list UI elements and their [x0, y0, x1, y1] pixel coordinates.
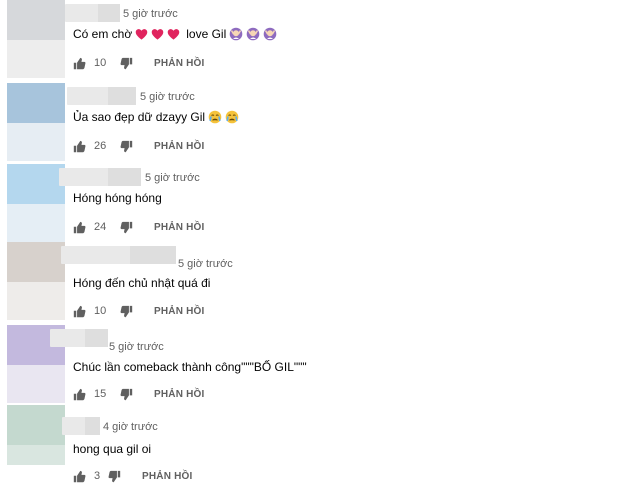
like-count: 15 — [94, 388, 107, 400]
woman-gesturing-emoji-icon — [229, 27, 243, 41]
thumbs-up-icon[interactable] — [73, 388, 86, 401]
avatar-image-bottom — [7, 365, 65, 403]
woman-gesturing-emoji-icon — [246, 27, 260, 41]
reply-button[interactable]: PHẢN HỒI — [154, 58, 205, 69]
comment-text: Ủa sao đẹp dữ dzayy Gil — [73, 110, 239, 124]
comment-timestamp[interactable]: 5 giờ trước — [140, 91, 195, 103]
comment-text: Có em chờ love Gil — [73, 27, 277, 41]
avatar[interactable] — [7, 164, 65, 242]
author-name-blurred[interactable] — [50, 329, 108, 347]
comment-actions: 3 PHẢN HỒI — [73, 468, 193, 484]
comment-text: Chúc lần comeback thành công"""BỐ GIL""" — [73, 360, 307, 374]
thumbs-up-icon[interactable] — [73, 470, 86, 483]
thumbs-up-icon[interactable] — [73, 221, 86, 234]
like-count: 10 — [94, 305, 107, 317]
avatar-image-bottom — [7, 40, 65, 78]
reply-button[interactable]: PHẢN HỒI — [142, 471, 193, 482]
heart-emoji-icon — [151, 28, 164, 40]
author-name-blurred[interactable] — [65, 4, 120, 22]
avatar-image-top — [7, 405, 65, 445]
comment-timestamp[interactable]: 5 giờ trước — [109, 341, 164, 353]
author-name-blurred[interactable] — [62, 417, 100, 435]
avatar-image-top — [7, 0, 65, 40]
author-name-blurred[interactable] — [59, 168, 141, 186]
avatar-image-bottom — [7, 204, 65, 242]
comment-text: Hóng đến chủ nhật quá đi — [73, 276, 210, 290]
comment-text-body: Hóng đến chủ nhật quá đi — [73, 276, 211, 290]
thumbs-up-icon[interactable] — [73, 140, 86, 153]
comment-actions: 10 PHẢN HỒI — [73, 55, 205, 71]
reply-button[interactable]: PHẢN HỒI — [154, 141, 205, 152]
avatar[interactable] — [7, 0, 65, 78]
avatar[interactable] — [7, 405, 65, 465]
thumbs-up-icon[interactable] — [73, 57, 86, 70]
thumbs-down-icon[interactable] — [120, 388, 133, 401]
comment-actions: 24 PHẢN HỒI — [73, 219, 205, 235]
thumbs-down-icon[interactable] — [120, 140, 133, 153]
avatar[interactable] — [7, 83, 65, 161]
comment-text-body: hong qua gil oi — [73, 442, 152, 456]
thumbs-up-icon[interactable] — [73, 305, 86, 318]
comment-actions: 26 PHẢN HỒI — [73, 138, 205, 154]
comment-actions: 10 PHẢN HỒI — [73, 303, 205, 319]
comment-timestamp[interactable]: 4 giờ trước — [103, 421, 158, 433]
thumbs-down-icon[interactable] — [120, 57, 133, 70]
reply-button[interactable]: PHẢN HỒI — [154, 389, 205, 400]
avatar-image-top — [7, 83, 65, 123]
woman-gesturing-emoji-icon — [263, 27, 277, 41]
crying-face-emoji-icon — [225, 110, 239, 124]
comment-text-body: Có em chờ — [73, 27, 133, 41]
crying-face-emoji-icon — [208, 110, 222, 124]
comment-timestamp[interactable]: 5 giờ trước — [145, 172, 200, 184]
comment-text-body: Hóng hóng hóng — [73, 191, 162, 205]
comment-text-body: Ủa sao đẹp dữ dzayy Gil — [73, 110, 206, 124]
comment-timestamp[interactable]: 5 giờ trước — [123, 8, 178, 20]
author-name-blurred[interactable] — [61, 246, 176, 264]
like-count: 24 — [94, 221, 107, 233]
comment-text-body: Chúc lần comeback thành công"""BỐ GIL""" — [73, 360, 307, 374]
heart-emoji-icon — [135, 28, 148, 40]
like-count: 10 — [94, 57, 107, 69]
thumbs-down-icon[interactable] — [120, 305, 133, 318]
avatar-image-bottom — [7, 123, 65, 161]
like-count: 26 — [94, 140, 107, 152]
reply-button[interactable]: PHẢN HỒI — [154, 222, 205, 233]
avatar-image-top — [7, 242, 65, 282]
comment-actions: 15 PHẢN HỒI — [73, 386, 205, 402]
comment-timestamp[interactable]: 5 giờ trước — [178, 258, 233, 270]
reply-button[interactable]: PHẢN HỒI — [154, 306, 205, 317]
thumbs-down-icon[interactable] — [108, 470, 121, 483]
heart-emoji-icon — [167, 28, 180, 40]
comment-text-suffix: love Gil — [186, 27, 227, 41]
avatar-image-bottom — [7, 445, 65, 465]
avatar[interactable] — [7, 242, 65, 320]
avatar-image-top — [7, 164, 65, 204]
like-count: 3 — [94, 470, 101, 482]
thumbs-down-icon[interactable] — [120, 221, 133, 234]
comment-text: hong qua gil oi — [73, 442, 151, 456]
comment-text: Hóng hóng hóng — [73, 191, 162, 205]
avatar-image-bottom — [7, 282, 65, 320]
author-name-blurred[interactable] — [67, 87, 136, 105]
